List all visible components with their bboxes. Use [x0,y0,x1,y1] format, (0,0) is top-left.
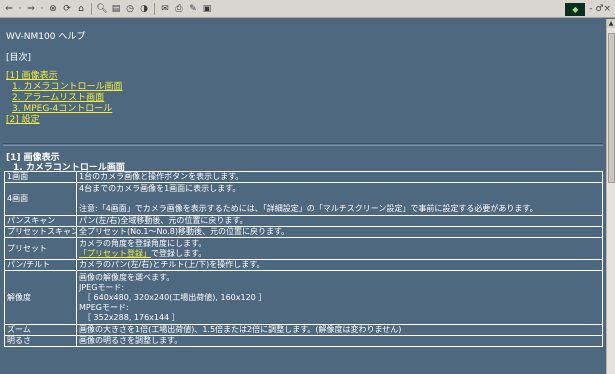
home-icon[interactable]: ⌂ [75,3,87,15]
link-suffix: で登録します。 [151,248,207,258]
stop-icon[interactable]: ⊗ [47,3,59,15]
description-line [79,194,600,204]
toc-heading: [目次] [6,53,32,63]
description-line: ［ 352x288, 176x144 ］ [83,312,180,322]
back-dropdown-icon[interactable]: · [17,3,23,15]
scrollbar-thumb[interactable] [608,33,615,183]
term-cell: 1画面 [4,171,77,183]
table-row: パンスキャン パン(左/右)全域移動後、元の位置に戻ります。 [4,215,603,227]
search-icon[interactable]: 🔍︎ [96,3,108,15]
table-row: プリセットスキャン 全プリセット(No.1〜No.8)移動後、元の位置に戻ります… [4,226,603,238]
preset-register-link[interactable]: 「プリセット登録」 [79,249,151,258]
term-cell: 解像度 [4,270,77,325]
description-cell: カメラのパン(左/右)とチルト(上/下)を操作します。 [76,259,603,271]
description-cell: 全プリセット(No.1〜No.8)移動後、元の位置に戻ります。 [76,226,603,238]
term-cell: パンスキャン [4,215,77,227]
toolbar-separator [91,2,92,15]
history-icon[interactable]: ◷ [124,3,136,15]
description-cell: 1台のカメラ画像と操作ボタンを表示します。 [76,171,603,183]
media-icon[interactable]: ◑ [138,3,150,15]
table-row: 解像度 画像の解像度を選べます。 JPEGモード: ［ 640x480, 320… [4,270,603,325]
description-line: ［ 640x480, 320x240(工場出荷値), 160x120 ］ [83,292,267,302]
description-line: 画像の解像度を選べます。 [79,272,175,282]
description-line: パン(左/右)全域移動後、元の位置に戻ります。 [79,216,248,226]
help-header: WV-NM100 ヘルプ [目次] [1] 画像表示 1. カメラコントロール画… [0,19,605,147]
description-line: MPEGモード: [79,302,129,312]
forward-icon[interactable]: ⇒ [25,3,37,15]
table-row: プリセット カメラの角度を登録角度にします。 「プリセット登録」で登録します。 [4,237,603,260]
mail-icon[interactable]: ✉ [159,3,171,15]
toc-link-image-display[interactable]: [1] 画像表示 [6,71,122,82]
toc-link-camera-control[interactable]: 1. カメラコントロール画面 [6,82,122,93]
toc-link-alarm-list[interactable]: 2. アラームリスト画面 [6,93,122,104]
term-cell: 明るさ [4,335,77,347]
scroll-up-icon[interactable]: ▲ [607,19,615,28]
toc-link-mpeg4-control[interactable]: 3. MPEG-4コントロール [6,104,122,115]
toolbar-right: ◆ - ♂× [565,2,611,16]
favorites-icon[interactable]: ▤ [110,3,122,15]
section-divider [3,143,603,146]
print-icon[interactable]: ⎙ [173,3,185,15]
forward-dropdown-icon[interactable]: · [39,3,45,15]
discuss-icon[interactable]: ▣ [201,3,213,15]
table-row: 明るさ 画像の明るさを調整します。 [4,335,603,347]
description-cell: 画像の解像度を選べます。 JPEGモード: ［ 640x480, 320x240… [76,270,603,325]
table-row: ズーム 画像の大きさを1倍(工場出荷値)、1.5倍または2倍に調整します。(解像… [4,324,603,336]
description-line: 4台までのカメラ画像を1画面に表示します。 [79,184,241,193]
table-row: パン/チルト カメラのパン(左/右)とチルト(上/下)を操作します。 [4,259,603,271]
edit-icon[interactable]: ✎ [187,3,199,15]
term-cell: プリセット [4,237,77,260]
table-row: 1画面 1台のカメラ画像と操作ボタンを表示します。 [4,171,603,183]
back-icon[interactable]: ⇐ [3,3,15,15]
page-title: WV-NM100 ヘルプ [6,32,86,42]
description-cell: 画像の大きさを1倍(工場出荷値)、1.5倍または2倍に調整します。(解像度は変わ… [76,324,603,336]
toolbar-separator [154,2,155,15]
description-line: 注意:「4画面」でカメラ画像を表示するためには、「詳細設定」の「マルチスクリーン… [79,204,538,213]
description-cell: 4台までのカメラ画像を1画面に表示します。 注意:「4画面」でカメラ画像を表示す… [76,182,603,216]
description-line: JPEGモード: [79,282,125,292]
description-line: 画像の大きさを1倍(工場出荷値)、1.5倍または2倍に調整します。(解像度は変わ… [79,325,402,335]
description-line: カメラの角度を登録角度にします。 [79,238,207,248]
description-line: 1台のカメラ画像と操作ボタンを表示します。 [79,172,244,182]
description-line: カメラのパン(左/右)とチルト(上/下)を操作します。 [79,260,265,270]
window-controls[interactable]: - ♂× [589,4,611,14]
table-row: 4画面 4台までのカメラ画像を1画面に表示します。 注意:「4画面」でカメラ画像… [4,182,603,216]
vertical-scrollbar[interactable]: ▲ [606,19,615,374]
description-cell: カメラの角度を登録角度にします。 「プリセット登録」で登録します。 [76,237,603,260]
description-line: 全プリセット(No.1〜No.8)移動後、元の位置に戻ります。 [79,227,290,237]
term-cell: プリセットスキャン [4,226,77,238]
description-line: 画像の明るさを調整します。 [79,336,183,346]
table-of-contents: [1] 画像表示 1. カメラコントロール画面 2. アラームリスト画面 3. … [6,71,122,126]
term-cell: 4画面 [4,182,77,216]
browser-logo-icon: ◆ [565,2,586,16]
term-cell: ズーム [4,324,77,336]
term-cell: パン/チルト [4,259,77,271]
refresh-icon[interactable]: ⟳ [61,3,73,15]
toc-link-settings[interactable]: [2] 設定 [6,115,122,126]
description-cell: パン(左/右)全域移動後、元の位置に戻ります。 [76,215,603,227]
description-line: 「プリセット登録」で登録します。 [79,249,600,259]
function-table: 1画面 1台のカメラ画像と操作ボタンを表示します。 4画面 4台までのカメラ画像… [4,171,603,347]
description-cell: 画像の明るさを調整します。 [76,335,603,347]
browser-toolbar: ⇐ · ⇒ · ⊗ ⟳ ⌂ 🔍︎ ▤ ◷ ◑ ✉ ⎙ ✎ ▣ ◆ - ♂× [0,0,615,18]
